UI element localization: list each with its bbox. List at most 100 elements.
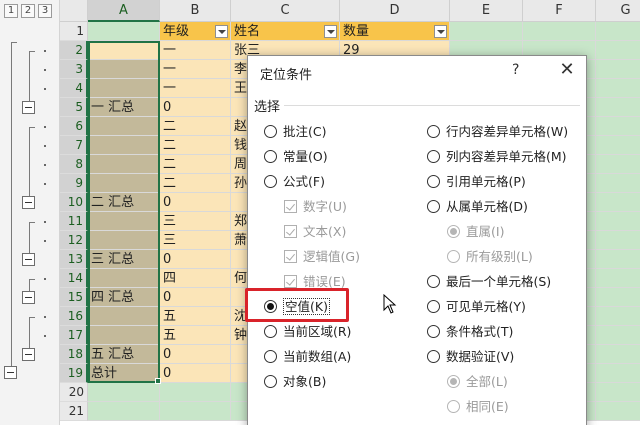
cell-g21[interactable] [596,402,640,421]
collapse-group-button-3[interactable] [22,253,35,266]
radio-icon[interactable] [427,125,440,138]
row-header-2[interactable]: 2 [60,41,88,60]
row-header-17[interactable]: 17 [60,326,88,345]
cell-b14[interactable]: 四 [160,269,231,288]
cell-b19[interactable]: 0 [160,364,231,383]
radio-icon[interactable] [264,375,277,388]
radio-icon[interactable] [264,300,277,313]
cell-a5[interactable]: 一 汇总 [88,98,160,117]
cell-a14[interactable] [88,269,160,288]
cell-b10[interactable]: 0 [160,193,231,212]
cell-g15[interactable] [596,288,640,307]
cell-b7[interactable]: 二 [160,136,231,155]
radio-icon[interactable] [427,325,440,338]
row-header-21[interactable]: 21 [60,402,88,421]
cell-a20[interactable] [88,383,160,402]
cell-b20[interactable] [160,383,231,402]
cell-b8[interactable]: 二 [160,155,231,174]
row-header-13[interactable]: 13 [60,250,88,269]
row-header-18[interactable]: 18 [60,345,88,364]
select-all-corner[interactable] [60,0,88,22]
row-header-20[interactable]: 20 [60,383,88,402]
collapse-group-button-5[interactable] [22,348,35,361]
cell-a6[interactable] [88,117,160,136]
cell-g9[interactable] [596,174,640,193]
radio-icon[interactable] [264,350,277,363]
cell-a3[interactable] [88,60,160,79]
cell-c1[interactable]: 姓名 [231,22,340,41]
row-header-15[interactable]: 15 [60,288,88,307]
cell-b11[interactable]: 三 [160,212,231,231]
row-header-10[interactable]: 10 [60,193,88,212]
cell-a15[interactable]: 四 汇总 [88,288,160,307]
column-header-f[interactable]: F [523,0,596,22]
cell-g11[interactable] [596,212,640,231]
cell-f1[interactable] [523,22,596,41]
cell-a17[interactable] [88,326,160,345]
help-icon[interactable]: ? [512,62,519,78]
row-header-14[interactable]: 14 [60,269,88,288]
cell-g2[interactable] [596,41,640,60]
cell-a21[interactable] [88,402,160,421]
cell-b6[interactable]: 二 [160,117,231,136]
cell-b12[interactable]: 三 [160,231,231,250]
cell-g3[interactable] [596,60,640,79]
radio-icon[interactable] [427,300,440,313]
cell-g14[interactable] [596,269,640,288]
cell-g16[interactable] [596,307,640,326]
cell-b3[interactable]: 一 [160,60,231,79]
cell-a18[interactable]: 五 汇总 [88,345,160,364]
cell-g10[interactable] [596,193,640,212]
filter-dropdown-icon[interactable] [215,25,228,38]
row-header-4[interactable]: 4 [60,79,88,98]
cell-a8[interactable] [88,155,160,174]
cell-d1[interactable]: 数量 [340,22,450,41]
cell-a12[interactable] [88,231,160,250]
cell-g1[interactable] [596,22,640,41]
cell-a16[interactable] [88,307,160,326]
cell-g20[interactable] [596,383,640,402]
radio-icon[interactable] [427,200,440,213]
close-icon[interactable]: ✕ [553,57,581,83]
collapse-group-button-2[interactable] [22,196,35,209]
filter-dropdown-icon[interactable] [434,25,447,38]
cell-e1[interactable] [450,22,523,41]
cell-g6[interactable] [596,117,640,136]
collapse-group-button-4[interactable] [22,291,35,304]
cell-b17[interactable]: 五 [160,326,231,345]
row-header-11[interactable]: 11 [60,212,88,231]
radio-icon[interactable] [264,150,277,163]
row-header-6[interactable]: 6 [60,117,88,136]
row-header-8[interactable]: 8 [60,155,88,174]
cell-g7[interactable] [596,136,640,155]
radio-icon[interactable] [427,150,440,163]
cell-b4[interactable]: 一 [160,79,231,98]
cell-g4[interactable] [596,79,640,98]
row-header-12[interactable]: 12 [60,231,88,250]
cell-a7[interactable] [88,136,160,155]
cell-g5[interactable] [596,98,640,117]
row-header-9[interactable]: 9 [60,174,88,193]
row-header-5[interactable]: 5 [60,98,88,117]
cell-b5[interactable]: 0 [160,98,231,117]
cell-b16[interactable]: 五 [160,307,231,326]
outline-level-button-2[interactable]: 2 [21,4,35,18]
cell-b21[interactable] [160,402,231,421]
radio-icon[interactable] [264,125,277,138]
cell-b1[interactable]: 年级 [160,22,231,41]
radio-icon[interactable] [264,175,277,188]
radio-icon[interactable] [427,350,440,363]
column-header-g[interactable]: G [596,0,640,22]
cell-a2[interactable] [88,41,160,60]
cell-b9[interactable]: 二 [160,174,231,193]
cell-g19[interactable] [596,364,640,383]
cell-b2[interactable]: 一 [160,41,231,60]
cell-a13[interactable]: 三 汇总 [88,250,160,269]
cell-a10[interactable]: 二 汇总 [88,193,160,212]
column-header-d[interactable]: D [340,0,450,22]
column-header-a[interactable]: A [88,0,160,22]
outline-level-button-1[interactable]: 1 [4,4,18,18]
outline-level-button-3[interactable]: 3 [38,4,52,18]
row-header-1[interactable]: 1 [60,22,88,41]
radio-icon[interactable] [264,325,277,338]
